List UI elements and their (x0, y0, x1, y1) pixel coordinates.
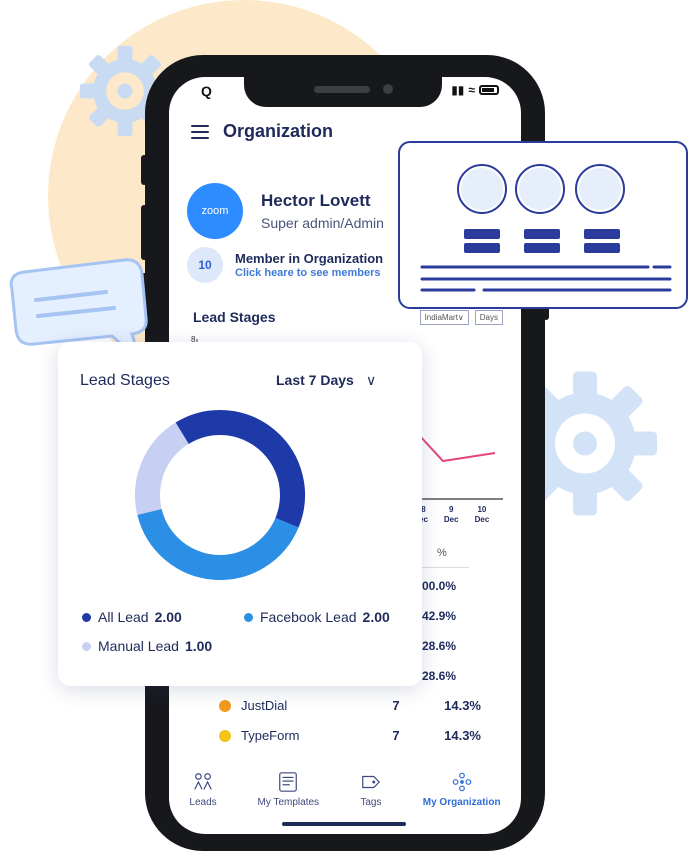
tag-icon (362, 775, 380, 789)
lead-stages-card: Lead Stages Last 7 Days ∨ All Lead 2.00 … (58, 342, 422, 686)
tab-my-organization[interactable]: My Organization (423, 771, 501, 808)
percent-cell: 42.9% (422, 609, 457, 623)
legend-value: 2.00 (154, 609, 182, 625)
leads-icon (194, 773, 212, 790)
template-illustration-card (398, 141, 688, 309)
volume-up-button (141, 205, 147, 260)
percent-cell: 28.6% (422, 639, 457, 653)
tab-tags[interactable]: Tags (360, 771, 382, 808)
home-indicator (282, 822, 406, 826)
legend-label: Facebook Lead (260, 609, 357, 625)
x-tick: 9 Dec (443, 505, 459, 524)
legend-dot (82, 641, 91, 651)
percent-cell: 00.0% (422, 579, 457, 593)
donut-chart (135, 410, 305, 580)
legend-label: Manual Lead (98, 638, 179, 654)
table-row: JustDial 7 14.3% (219, 698, 489, 713)
legend-item: All Lead 2.00 (82, 609, 182, 625)
tab-label: My Templates (257, 797, 320, 808)
tab-leads[interactable]: Leads (189, 771, 217, 808)
legend-item: Manual Lead 1.00 (82, 638, 212, 654)
legend-dot (82, 612, 91, 622)
source-count: 7 (392, 698, 400, 713)
percent-cell: 28.6% (422, 669, 457, 683)
donut-hole (160, 435, 280, 555)
bottom-tab-bar: Leads My Templates Tags My Organization (169, 771, 521, 808)
source-color-dot (219, 729, 231, 742)
source-name: TypeForm (241, 728, 300, 743)
legend-dot (244, 612, 253, 622)
table-row: TypeForm 7 14.3% (219, 728, 489, 743)
mute-switch (141, 155, 147, 185)
source-percent: 14.3% (444, 698, 481, 713)
templates-icon (279, 772, 298, 792)
legend-label: All Lead (98, 609, 149, 625)
legend-value: 2.00 (362, 609, 390, 625)
x-tick: 10 Dec (474, 505, 490, 524)
source-name: JustDial (241, 698, 288, 713)
percent-column-header: % (437, 547, 447, 559)
tab-label: Leads (189, 797, 217, 808)
trend-series-line (418, 434, 496, 463)
source-percent: 14.3% (444, 728, 481, 743)
source-color-dot (219, 699, 231, 712)
tab-my-templates[interactable]: My Templates (257, 771, 320, 808)
tab-label: Tags (360, 797, 382, 808)
legend-value: 1.00 (184, 638, 213, 654)
x-axis-ticks: 8 ec 9 Dec 10 Dec (419, 505, 489, 525)
tab-label: My Organization (422, 797, 501, 808)
source-count: 7 (392, 728, 400, 743)
template-illustration (420, 164, 672, 292)
organization-icon (452, 772, 471, 792)
legend-item: Facebook Lead 2.00 (244, 609, 390, 625)
